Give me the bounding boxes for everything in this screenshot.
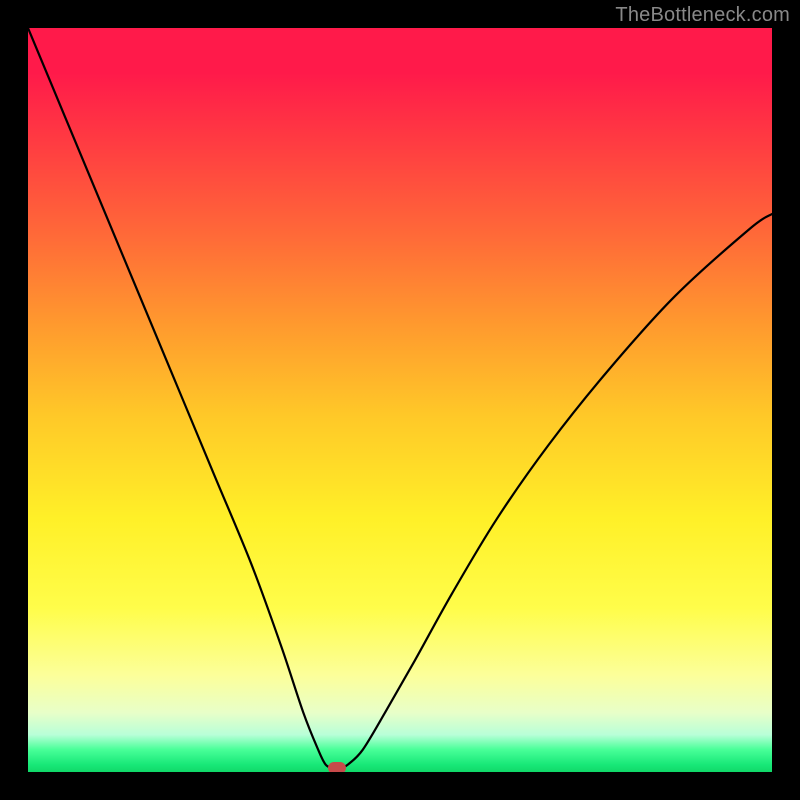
chart-frame: TheBottleneck.com <box>0 0 800 800</box>
plot-area <box>28 28 772 772</box>
optimal-point-marker <box>328 762 346 772</box>
bottleneck-curve <box>28 28 772 772</box>
watermark-text: TheBottleneck.com <box>615 4 790 27</box>
